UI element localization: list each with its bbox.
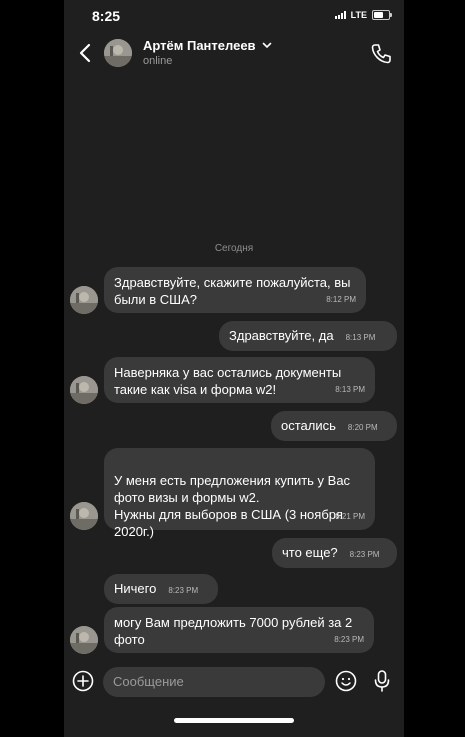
contact-status: online <box>143 55 173 67</box>
contact-name[interactable]: Артём Пантелеев <box>143 38 256 53</box>
plus-icon[interactable] <box>72 670 94 692</box>
message-time: 8:13 PM <box>345 333 376 342</box>
sender-avatar[interactable] <box>70 376 98 404</box>
status-indicators: LTE <box>334 10 392 20</box>
message-bubble-incoming[interactable]: могу Вам предложить 7000 рублей за 2 фот… <box>104 607 374 653</box>
message-text: Ничего <box>114 581 157 596</box>
message-time: 8:12 PM <box>326 295 356 304</box>
message-time: 8:20 PM <box>347 423 378 432</box>
message-bubble-outgoing[interactable]: остались 8:20 PM <box>271 411 397 441</box>
message-text: У меня есть предложения купить у Вас фот… <box>114 473 351 539</box>
message-time: 8:23 PM <box>349 550 380 559</box>
message-composer: Сообщение <box>64 662 404 702</box>
message-text: могу Вам предложить 7000 рублей за 2 фот… <box>114 615 353 647</box>
message-text: Наверняка у вас остались документы такие… <box>114 365 342 397</box>
message-time: 8:13 PM <box>335 385 365 394</box>
contact-name-row[interactable]: Артём Пантелеев <box>143 38 272 53</box>
chat-screen: 8:25 LTE Артём Пантелеев online Сегодня … <box>64 0 404 737</box>
signal-icon <box>334 11 346 19</box>
message-bubble-incoming[interactable]: У меня есть предложения купить у Вас фот… <box>104 448 375 539</box>
network-label: LTE <box>350 10 367 20</box>
back-arrow-icon[interactable] <box>72 38 98 68</box>
day-separator: Сегодня <box>214 243 254 254</box>
status-bar: 8:25 LTE <box>64 0 404 32</box>
message-bubble-outgoing[interactable]: Здравствуйте, да 8:13 PM <box>219 321 397 351</box>
message-time: 8:23 PM <box>168 586 199 595</box>
status-time: 8:25 <box>92 8 121 24</box>
sender-avatar[interactable] <box>70 502 98 530</box>
sender-avatar[interactable] <box>70 626 98 654</box>
message-time: 8:23 PM <box>334 635 364 644</box>
message-bubble-incoming[interactable]: Здравствуйте, скажите пожалуйста, вы был… <box>104 267 366 313</box>
chat-header: Артём Пантелеев online <box>64 34 404 74</box>
phone-icon[interactable] <box>368 41 394 67</box>
chevron-down-icon[interactable] <box>262 42 272 49</box>
message-text: что еще? <box>282 545 338 560</box>
message-bubble-outgoing[interactable]: что еще? 8:23 PM <box>272 538 397 568</box>
battery-icon <box>372 10 392 20</box>
contact-avatar[interactable] <box>104 39 132 67</box>
message-input[interactable]: Сообщение <box>103 667 325 697</box>
message-text: остались <box>281 418 336 433</box>
message-text: Здравствуйте, скажите пожалуйста, вы был… <box>114 275 351 307</box>
message-bubble-incoming[interactable]: Ничего 8:23 PM <box>104 574 218 604</box>
microphone-icon[interactable] <box>372 669 392 693</box>
emoji-icon[interactable] <box>335 670 357 692</box>
message-time: 8:21 PM <box>335 512 365 521</box>
message-bubble-incoming[interactable]: Наверняка у вас остались документы такие… <box>104 357 375 403</box>
message-text: Здравствуйте, да <box>229 328 334 343</box>
home-indicator[interactable] <box>174 718 294 723</box>
sender-avatar[interactable] <box>70 286 98 314</box>
